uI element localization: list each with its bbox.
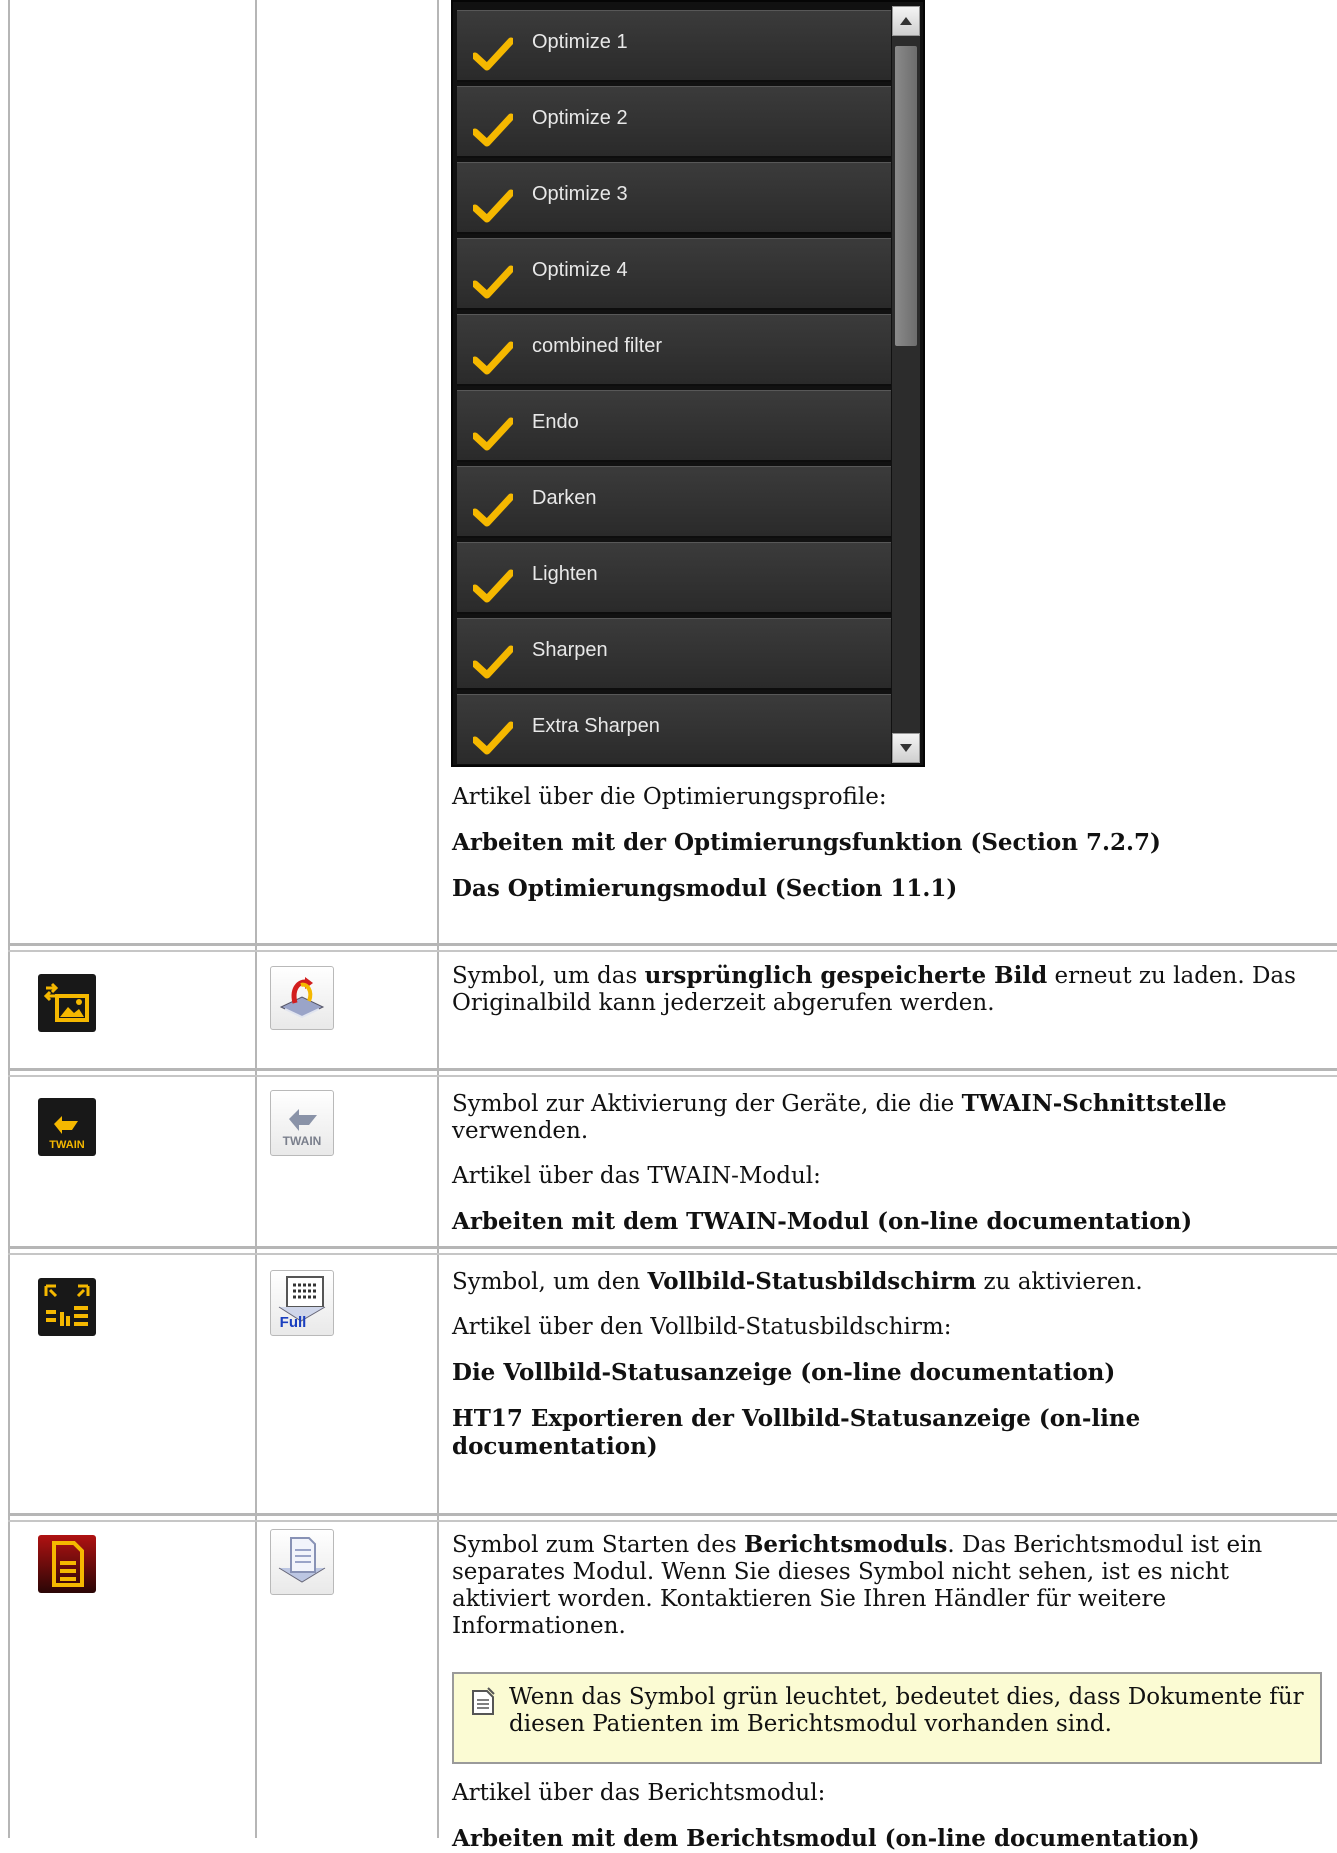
triangle-down-icon	[900, 744, 912, 752]
list-item-label: Endo	[532, 411, 579, 433]
row-divider-1b	[8, 950, 1337, 952]
twain-icon-light: TWAIN	[270, 1090, 334, 1156]
list-item-label: Optimize 2	[532, 107, 628, 129]
row-divider-3	[8, 1246, 1337, 1249]
checkmark-icon	[473, 569, 513, 603]
report-row-articles: Artikel über das Berichtsmodul: Arbeiten…	[452, 1780, 1322, 1853]
list-item-label: Lighten	[532, 563, 598, 585]
article-link[interactable]: HT17 Exportieren der Vollbild-Statusanze…	[452, 1405, 1140, 1460]
article-intro: Artikel über die Optimierungsprofile:	[452, 784, 887, 810]
row-divider-4	[8, 1513, 1337, 1516]
article-link[interactable]: Arbeiten mit der Optimierungsfunktion (S…	[452, 829, 1161, 856]
list-item[interactable]: Optimize 1	[457, 10, 891, 82]
twain-icon-dark: TWAIN	[38, 1098, 96, 1156]
checkmark-icon	[473, 189, 513, 223]
table-border-left	[8, 0, 10, 1838]
row-divider-4b	[8, 1520, 1337, 1522]
checkmark-icon	[473, 417, 513, 451]
article-link[interactable]: Die Vollbild-Statusanzeige (on-line docu…	[452, 1359, 1115, 1386]
checkmark-icon	[473, 721, 513, 755]
report-module-icon-light	[270, 1529, 334, 1595]
list-item[interactable]: Sharpen	[457, 618, 891, 690]
twain-icon: TWAIN	[283, 1109, 322, 1148]
reload-original-icon-dark	[38, 974, 96, 1032]
row-divider-1	[8, 943, 1337, 946]
article-link[interactable]: Arbeiten mit dem Berichtsmodul (on-line …	[452, 1825, 1200, 1852]
table-column-divider-1	[255, 0, 257, 1838]
bold-term: Berichtsmoduls	[743, 1531, 948, 1558]
article-link[interactable]: Das Optimierungsmodul (Section 11.1)	[452, 875, 957, 902]
list-item[interactable]: Darken	[457, 466, 891, 538]
note-box: Wenn das Symbol grün leuchtet, bedeutet …	[452, 1672, 1322, 1764]
list-item[interactable]: Extra Sharpen	[457, 694, 891, 765]
article-intro: Artikel über den Vollbild-Statusbildschi…	[452, 1314, 952, 1340]
checkmark-icon	[473, 493, 513, 527]
optimize-row-description: Artikel über die Optimierungsprofile: Ar…	[452, 784, 1322, 903]
document-icon	[52, 1541, 84, 1587]
svg-text:Full: Full	[280, 1314, 307, 1331]
list-item[interactable]: Optimize 3	[457, 162, 891, 234]
fullscreen-status-icon-dark	[38, 1278, 96, 1336]
list-item-label: Optimize 3	[532, 183, 628, 205]
bold-term: Vollbild-Statusbildschirm	[647, 1268, 977, 1295]
list-item-label: Optimize 4	[532, 259, 628, 281]
list-item-label: Extra Sharpen	[532, 715, 660, 737]
fullscreen-status-icon-light: Full	[270, 1270, 334, 1336]
list-item[interactable]: Lighten	[457, 542, 891, 614]
scrollbar-thumb[interactable]	[895, 46, 917, 346]
report-row-description: Symbol zum Starten des Berichtsmoduls. D…	[452, 1531, 1263, 1639]
reload-original-icon-light	[270, 966, 334, 1030]
list-item-label: Darken	[532, 487, 597, 509]
svg-text:TWAIN: TWAIN	[283, 1134, 322, 1148]
article-link[interactable]: Arbeiten mit dem TWAIN-Modul (on-line do…	[452, 1208, 1192, 1235]
triangle-up-icon	[900, 17, 912, 25]
note-icon	[472, 1687, 495, 1715]
scroll-up-button[interactable]	[892, 6, 920, 36]
article-intro: Artikel über das TWAIN-Modul:	[452, 1163, 821, 1189]
row-divider-3b	[8, 1253, 1337, 1255]
twain-row-description: Symbol zur Aktivierung der Geräte, die d…	[452, 1090, 1322, 1236]
fullscreen-row-description: Symbol, um den Vollbild-Statusbildschirm…	[452, 1268, 1322, 1461]
table-column-divider-2	[437, 0, 439, 1838]
list-item[interactable]: Endo	[457, 390, 891, 462]
optimize-profile-dropdown[interactable]: Optimize 1 Optimize 2 Optimize 3 Optimiz…	[451, 0, 925, 767]
row-divider-2b	[8, 1075, 1337, 1077]
image-reload-icon	[279, 977, 325, 1019]
fullscreen-status-icon	[44, 1284, 90, 1326]
fullscreen-status-icon: Full	[278, 1276, 326, 1331]
scroll-down-button[interactable]	[892, 733, 920, 763]
list-item[interactable]: Optimize 2	[457, 86, 891, 158]
report-module-icon-dark	[38, 1535, 96, 1593]
list-item-label: Optimize 1	[532, 31, 628, 53]
dropdown-scrollbar[interactable]	[892, 6, 920, 763]
checkmark-icon	[473, 113, 513, 147]
list-item[interactable]: Optimize 4	[457, 238, 891, 310]
list-item-label: combined filter	[532, 335, 663, 357]
list-item-label: Sharpen	[532, 639, 608, 661]
image-reload-icon	[43, 982, 89, 1022]
checkmark-icon	[473, 37, 513, 71]
document-icon	[278, 1537, 326, 1583]
article-intro: Artikel über das Berichtsmodul:	[452, 1780, 826, 1806]
row-divider-2	[8, 1068, 1337, 1071]
list-item[interactable]: combined filter	[457, 314, 891, 386]
checkmark-icon	[473, 645, 513, 679]
reload-row-description: Symbol, um das ursprünglich gespeicherte…	[452, 962, 1296, 1016]
svg-text:TWAIN: TWAIN	[49, 1139, 84, 1151]
twain-icon: TWAIN	[49, 1116, 85, 1151]
note-text: Wenn das Symbol grün leuchtet, bedeutet …	[509, 1684, 1304, 1737]
documentation-page: Optimize 1 Optimize 2 Optimize 3 Optimiz…	[0, 0, 1337, 1852]
bold-term: TWAIN-Schnittstelle	[961, 1090, 1227, 1117]
checkmark-icon	[473, 265, 513, 299]
checkmark-icon	[473, 341, 513, 375]
bold-term: ursprünglich gespeicherte Bild	[644, 962, 1048, 989]
